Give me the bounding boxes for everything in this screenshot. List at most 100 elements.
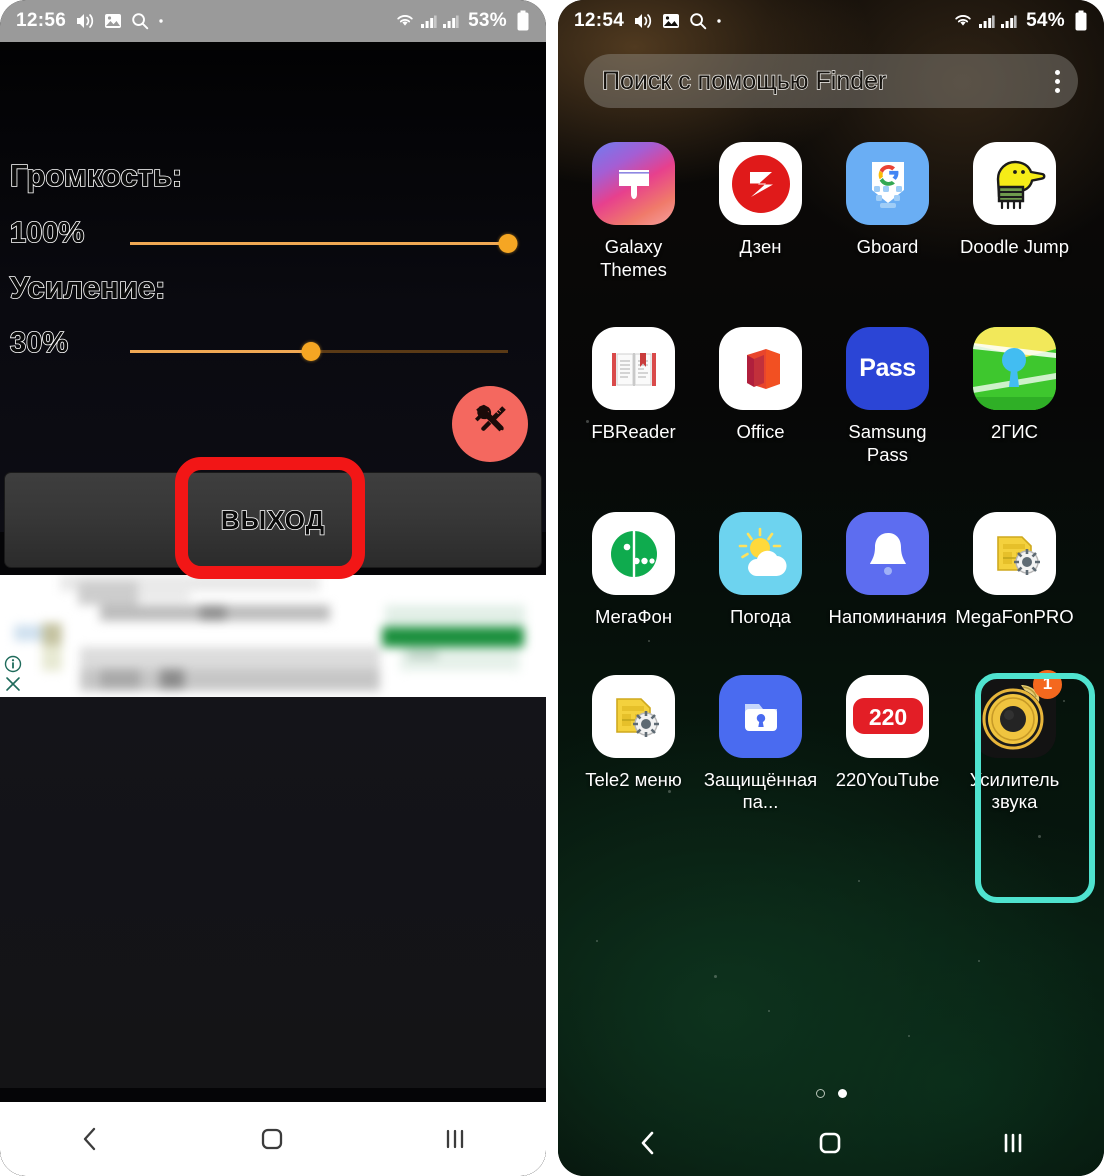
dual-screenshot-stage: 12:56 53% Громкость: 100% Усиление: 30% … (0, 0, 1104, 1176)
app-dzen[interactable]: Дзен (697, 132, 824, 281)
exit-button[interactable]: ВЫХОД (4, 472, 542, 568)
battery-percent: 54% (1026, 10, 1065, 31)
battery-icon (1074, 10, 1088, 32)
app-gboard[interactable]: Gboard (824, 132, 951, 281)
right-status-bar: 12:54 54% (558, 0, 1104, 42)
app-label: Samsung Pass (848, 421, 927, 465)
left-empty-area (0, 697, 546, 1088)
wifi-icon (395, 13, 415, 29)
megafonpro-icon (973, 512, 1056, 596)
signal-icon-2 (442, 14, 459, 29)
volume-section-label: Громкость: (9, 157, 183, 194)
home-icon[interactable] (257, 1124, 287, 1154)
right-navigation-bar (558, 1110, 1104, 1176)
signal-icon (420, 14, 437, 29)
doodle-jump-icon (973, 142, 1056, 225)
volume-icon (633, 12, 653, 30)
status-time: 12:56 (16, 10, 67, 31)
kebab-menu-icon[interactable] (1055, 69, 1060, 93)
page-indicator[interactable] (558, 1089, 1104, 1098)
app-grid: Galaxy Themes Дзен Gboard Doodle Jump FB… (570, 132, 1092, 814)
recents-icon[interactable] (442, 1124, 468, 1154)
220youtube-icon: 220 (846, 674, 929, 758)
close-icon[interactable] (4, 675, 22, 693)
app-220youtube[interactable]: 220 220YouTube (824, 665, 951, 814)
app-secure-folder[interactable]: Защищённая па... (697, 665, 824, 814)
left-phone-screenshot: 12:56 53% Громкость: 100% Усиление: 30% … (0, 0, 546, 1176)
battery-percent: 53% (468, 10, 507, 31)
ad-banner[interactable] (0, 575, 546, 697)
app-megafon[interactable]: МегаФон (570, 502, 697, 629)
app-sound-amplifier[interactable]: 1 Усилитель звука (951, 665, 1078, 814)
gain-slider[interactable] (130, 336, 508, 368)
gain-section-label: Усиление: (9, 269, 166, 306)
fbreader-icon (592, 327, 675, 411)
recents-icon[interactable] (1000, 1128, 1026, 1158)
search-icon (689, 12, 707, 30)
gain-slider-thumb[interactable] (301, 342, 321, 361)
notification-badge: 1 (1033, 669, 1062, 699)
app-label: Дзен (739, 236, 782, 257)
samsung-pass-icon: Pass (846, 327, 929, 411)
left-navigation-bar (0, 1102, 546, 1176)
page-dot-1[interactable] (815, 1089, 825, 1098)
app-fbreader[interactable]: FBReader (570, 317, 697, 466)
app-row: МегаФон Погода Напоминания MegaFonPRO (570, 502, 1092, 629)
info-icon[interactable] (4, 655, 22, 673)
app-label: Gboard (856, 236, 919, 257)
gallery-icon (104, 13, 122, 29)
status-time: 12:54 (574, 10, 625, 31)
app-2gis[interactable]: 2ГИС (951, 317, 1078, 466)
settings-button[interactable] (452, 386, 528, 462)
volume-slider-thumb[interactable] (498, 234, 518, 253)
megafon-icon (592, 512, 675, 596)
wrench-screwdriver-icon (466, 398, 514, 451)
app-label: Усилитель звука (969, 768, 1060, 813)
home-icon[interactable] (815, 1128, 845, 1158)
volume-slider-fill (130, 242, 508, 245)
volume-value: 100% (9, 216, 85, 250)
exit-button-label: ВЫХОД (220, 504, 326, 536)
app-label: 220YouTube (835, 768, 940, 790)
battery-icon (516, 10, 530, 32)
app-label: Tele2 меню (585, 768, 682, 790)
left-app-body: Громкость: 100% Усиление: 30% ВЫХОД (0, 42, 546, 1176)
finder-search-bar[interactable]: Поиск с помощью Finder (584, 54, 1078, 108)
app-label: Защищённая па... (703, 768, 818, 813)
app-label: Doodle Jump (959, 236, 1069, 257)
gboard-icon (846, 142, 929, 225)
app-galaxy-themes[interactable]: Galaxy Themes (570, 132, 697, 281)
app-label: МегаФон (594, 606, 673, 628)
secure-folder-icon (719, 674, 802, 758)
app-label: Напоминания (828, 606, 947, 628)
2gis-icon (973, 327, 1056, 411)
app-label: Galaxy Themes (600, 236, 667, 280)
app-weather[interactable]: Погода (697, 502, 824, 629)
volume-slider[interactable] (130, 228, 518, 260)
reminders-icon (846, 512, 929, 596)
left-status-bar: 12:56 53% (0, 0, 546, 42)
app-doodle-jump[interactable]: Doodle Jump (951, 132, 1078, 281)
weather-icon (719, 512, 802, 596)
app-row: Galaxy Themes Дзен Gboard Doodle Jump (570, 132, 1092, 281)
gain-slider-fill (130, 350, 312, 353)
signal-icon-2 (1000, 14, 1017, 29)
search-placeholder: Поиск с помощью Finder (601, 66, 887, 95)
app-office[interactable]: Office (697, 317, 824, 466)
app-reminders[interactable]: Напоминания (824, 502, 951, 629)
app-tele2[interactable]: Tele2 меню (570, 665, 697, 814)
galaxy-themes-icon (592, 142, 675, 225)
back-icon[interactable] (636, 1128, 660, 1158)
page-dot-2[interactable] (837, 1089, 847, 1098)
back-icon[interactable] (78, 1124, 102, 1154)
app-samsung-pass[interactable]: Pass Samsung Pass (824, 317, 951, 466)
svg-text:220: 220 (868, 704, 906, 730)
app-megafonpro[interactable]: MegaFonPRO (951, 502, 1078, 629)
app-label: MegaFonPRO (955, 606, 1074, 628)
dot-icon (716, 18, 722, 24)
ad-controls[interactable] (4, 655, 22, 693)
app-row: Tele2 меню Защищённая па... 220 220YouTu… (570, 665, 1092, 814)
signal-icon (978, 14, 995, 29)
gain-value: 30% (9, 326, 69, 360)
volume-icon (75, 12, 95, 30)
